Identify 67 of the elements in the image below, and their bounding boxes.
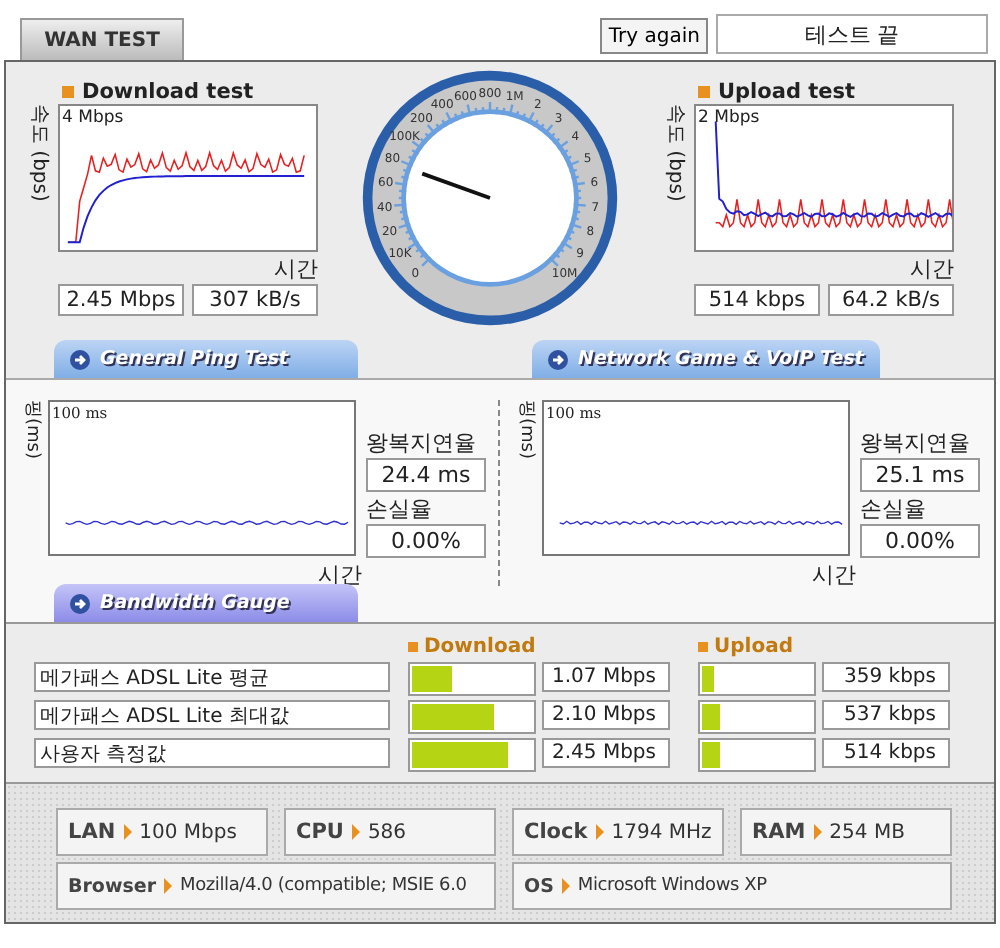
info-label: Clock xyxy=(524,820,588,844)
triangle-icon xyxy=(123,824,132,840)
info-value: 586 xyxy=(367,821,407,843)
axis-label: 시간 xyxy=(274,254,318,284)
axis-label: 핑(ms) xyxy=(514,400,538,459)
speed-value: 2.45 Mbps xyxy=(542,738,670,768)
axis-label: 시간 xyxy=(318,562,362,588)
section-tab[interactable]: Bandwidth Gauge xyxy=(54,584,358,622)
info-value: 1794 MHz xyxy=(611,821,712,843)
chart-title: Download test xyxy=(82,80,254,104)
column-header: Upload xyxy=(714,636,793,658)
row-label: 메가패스 ADSL Lite 평균 xyxy=(34,662,390,692)
speed-readout: 2.45 Mbps xyxy=(58,284,184,316)
speed-readout: 307 kB/s xyxy=(192,284,318,316)
latency-label: 왕복지연율 xyxy=(860,428,972,458)
triangle-icon xyxy=(561,878,570,894)
info-label: RAM xyxy=(752,820,806,844)
section-tab[interactable]: Network Game & VoIP Test xyxy=(532,340,880,378)
info-label: Browser xyxy=(68,875,157,897)
info-value: 254 MB xyxy=(829,821,905,843)
bullet-icon xyxy=(698,86,710,98)
triangle-icon xyxy=(351,824,360,840)
latency-readout: 24.4 ms xyxy=(366,458,486,492)
latency-label: 왕복지연율 xyxy=(366,428,478,458)
loss-readout: 0.00% xyxy=(860,524,980,558)
arrow-icon xyxy=(70,349,90,369)
latency-readout: 25.1 ms xyxy=(860,458,980,492)
arrow-icon xyxy=(548,349,568,369)
speed-readout: 64.2 kB/s xyxy=(828,284,954,316)
try-again-button[interactable]: Try again xyxy=(600,18,708,54)
info-value: Microsoft Windows XP xyxy=(577,876,767,896)
gauge-needle xyxy=(421,171,491,200)
speed-value: 359 kbps xyxy=(822,662,950,692)
triangle-icon xyxy=(164,878,173,894)
info-value: 100 Mbps xyxy=(139,821,237,843)
section-tab[interactable]: General Ping Test xyxy=(54,340,358,378)
axis-label: 속도 (bps) xyxy=(26,104,52,202)
row-label: 사용자 측정값 xyxy=(34,738,390,768)
axis-label: 시간 xyxy=(812,562,856,588)
loss-label: 손실율 xyxy=(860,494,928,524)
wan-test-tab[interactable]: WAN TEST xyxy=(20,18,184,60)
arrow-icon xyxy=(70,593,90,613)
info-label: LAN xyxy=(68,820,116,844)
loss-readout: 0.00% xyxy=(366,524,486,558)
axis-label: 시간 xyxy=(910,254,954,284)
bullet-icon xyxy=(698,642,708,652)
speed-value: 2.10 Mbps xyxy=(542,700,670,730)
speed-readout: 514 kbps xyxy=(694,284,820,316)
info-label: CPU xyxy=(296,820,344,844)
info-value: Mozilla/4.0 (compatible; MSIE 6.0 xyxy=(180,876,467,896)
speed-value: 514 kbps xyxy=(822,738,950,768)
axis-label: 속도 (bps) xyxy=(662,104,688,202)
triangle-icon xyxy=(813,824,822,840)
bullet-icon xyxy=(408,642,418,652)
speed-value: 537 kbps xyxy=(822,700,950,730)
status-field: 테스트 끝 xyxy=(716,14,988,54)
triangle-icon xyxy=(595,824,604,840)
axis-label: 핑(ms) xyxy=(20,400,44,459)
scale-label: 4 Mbps xyxy=(62,108,124,128)
speed-value: 1.07 Mbps xyxy=(542,662,670,692)
loss-label: 손실율 xyxy=(366,494,434,524)
column-header: Download xyxy=(424,636,536,658)
scale-label: 2 Mbps xyxy=(698,108,760,128)
row-label: 메가패스 ADSL Lite 최대값 xyxy=(34,700,390,730)
info-label: OS xyxy=(524,875,554,897)
chart-title: Upload test xyxy=(718,80,856,104)
bullet-icon xyxy=(62,86,74,98)
